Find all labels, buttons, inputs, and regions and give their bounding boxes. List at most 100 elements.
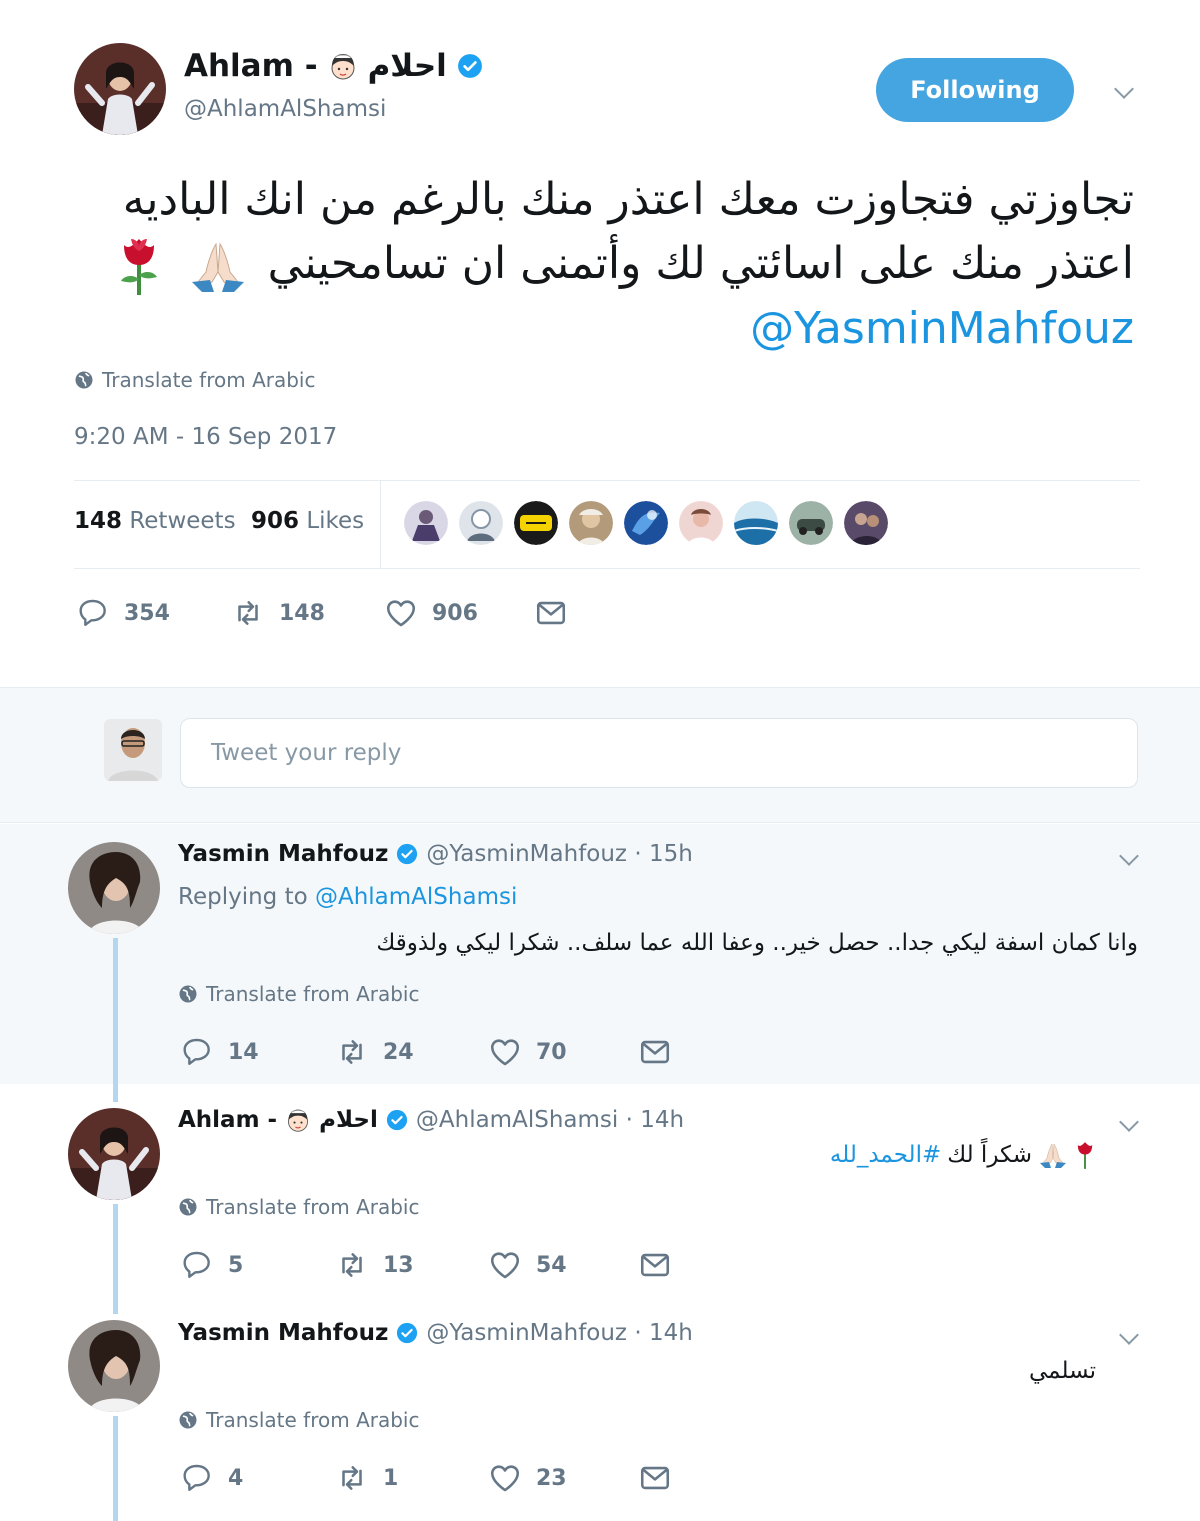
like-action[interactable]: 906 [384, 596, 534, 630]
following-button[interactable]: Following [876, 58, 1074, 122]
retweet-icon[interactable] [335, 1035, 369, 1069]
liker-avatar[interactable] [404, 501, 448, 545]
liker-avatar[interactable] [624, 501, 668, 545]
retweet-count: 24 [383, 1039, 414, 1065]
like-count: 906 [432, 600, 478, 626]
like-action[interactable]: 54 [488, 1248, 638, 1282]
reply-author-avatar[interactable] [68, 1320, 160, 1412]
rose-emoji-icon [120, 239, 157, 295]
bride-emoji-icon [330, 53, 355, 80]
liker-avatar[interactable] [459, 501, 503, 545]
retweet-icon[interactable] [231, 596, 265, 630]
reply-handle-time[interactable]: @AhlamAlShamsi · 14h [416, 1107, 684, 1133]
reply-author-name[interactable]: Yasmin Mahfouz [178, 1320, 388, 1346]
translate-label[interactable]: Translate from Arabic [102, 368, 315, 392]
message-action[interactable] [638, 1248, 672, 1282]
globe-icon [178, 1197, 198, 1217]
tweet-mention-link[interactable]: @YasminMahfouz [750, 303, 1134, 354]
translate-label[interactable]: Translate from Arabic [206, 982, 419, 1006]
retweet-action[interactable]: 148 [231, 596, 384, 630]
reply-text: شكراً لك #الحمد_لله [396, 1140, 1096, 1170]
like-action[interactable]: 23 [488, 1461, 638, 1495]
likers-avatars [404, 501, 888, 545]
retweets-count[interactable]: 148 [74, 508, 122, 534]
message-action[interactable] [534, 596, 568, 630]
reply-author-name[interactable]: Ahlam - [178, 1107, 277, 1133]
chevron-down-icon[interactable] [1119, 1112, 1139, 1132]
retweet-icon[interactable] [335, 1461, 369, 1495]
translate-label[interactable]: Translate from Arabic [206, 1195, 419, 1219]
reply-body: شكراً لك [947, 1142, 1032, 1168]
author-name-latin[interactable]: Ahlam - [184, 48, 318, 84]
like-action[interactable]: 70 [488, 1035, 638, 1069]
verified-badge-icon [385, 1109, 408, 1131]
liker-avatar[interactable] [679, 501, 723, 545]
retweet-action[interactable]: 24 [335, 1035, 488, 1069]
reply-handle-time[interactable]: @YasminMahfouz · 14h [426, 1320, 692, 1346]
reply-handle-time[interactable]: @YasminMahfouz · 15h [426, 841, 692, 867]
retweet-icon[interactable] [335, 1248, 369, 1282]
reply-author-avatar[interactable] [68, 842, 160, 934]
author-name[interactable]: Ahlam - احلام [184, 48, 483, 84]
reply-author-name[interactable]: Yasmin Mahfouz [178, 841, 388, 867]
envelope-icon[interactable] [638, 1461, 672, 1495]
retweets-label[interactable]: Retweets [129, 508, 235, 534]
liker-avatar[interactable] [734, 501, 778, 545]
current-user-avatar[interactable] [104, 719, 162, 781]
liker-avatar[interactable] [789, 501, 833, 545]
reply-actions: 4 1 23 [182, 1461, 672, 1495]
envelope-icon[interactable] [638, 1248, 672, 1282]
translate-link[interactable]: Translate from Arabic [178, 1195, 419, 1219]
reply-action[interactable]: 5 [182, 1249, 335, 1281]
author-handle[interactable]: @AhlamAlShamsi [184, 96, 386, 122]
message-action[interactable] [638, 1035, 672, 1069]
reply-action[interactable]: 14 [182, 1036, 335, 1068]
heart-icon[interactable] [488, 1035, 522, 1069]
reply-author-name-arabic[interactable]: احلام [319, 1107, 378, 1133]
translate-link[interactable]: Translate from Arabic [178, 1408, 419, 1432]
reply-action[interactable]: 4 [182, 1462, 335, 1494]
heart-icon[interactable] [384, 596, 418, 630]
retweets-stat[interactable]: 148 Retweets [74, 508, 236, 534]
reply-author-avatar[interactable] [68, 1108, 160, 1200]
likes-count[interactable]: 906 [251, 508, 299, 534]
likes-label[interactable]: Likes [306, 508, 364, 534]
message-action[interactable] [638, 1461, 672, 1495]
heart-icon[interactable] [488, 1461, 522, 1495]
retweet-action[interactable]: 13 [335, 1248, 488, 1282]
reply-actions: 5 13 54 [182, 1248, 672, 1282]
hashtag-link[interactable]: #الحمد_لله [830, 1142, 941, 1168]
rose-emoji-icon [1077, 1142, 1093, 1169]
thread-line [113, 1204, 118, 1314]
envelope-icon[interactable] [638, 1035, 672, 1069]
replying-to-link[interactable]: @AhlamAlShamsi [315, 884, 517, 910]
likes-stat[interactable]: 906 Likes [251, 508, 364, 534]
author-avatar[interactable] [74, 43, 166, 135]
liker-avatar[interactable] [569, 501, 613, 545]
chevron-down-icon[interactable] [1119, 1325, 1139, 1345]
heart-icon[interactable] [488, 1248, 522, 1282]
liker-avatar[interactable] [844, 501, 888, 545]
reply-icon[interactable] [182, 1462, 214, 1494]
reply-count: 354 [124, 600, 170, 626]
reply-icon[interactable] [182, 1036, 214, 1068]
replying-to: Replying to @AhlamAlShamsi [178, 884, 517, 910]
reply-count: 5 [228, 1252, 244, 1278]
chevron-down-icon[interactable] [1114, 79, 1134, 99]
reply-header: Yasmin Mahfouz @YasminMahfouz · 15h [178, 841, 693, 867]
reply-action[interactable]: 354 [78, 597, 231, 629]
tweet-body: تجاوزتي فتجاوزت معك اعتذر منك بالرغم من … [122, 174, 1134, 289]
reply-icon[interactable] [78, 597, 110, 629]
author-name-arabic[interactable]: احلام [368, 48, 447, 84]
reply-actions: 14 24 70 [182, 1035, 672, 1069]
reply-input[interactable] [180, 718, 1138, 788]
reply-header: Yasmin Mahfouz @YasminMahfouz · 14h [178, 1320, 693, 1346]
translate-link[interactable]: Translate from Arabic [74, 368, 315, 392]
translate-link[interactable]: Translate from Arabic [178, 982, 419, 1006]
reply-icon[interactable] [182, 1249, 214, 1281]
envelope-icon[interactable] [534, 596, 568, 630]
tweet-timestamp[interactable]: 9:20 AM - 16 Sep 2017 [74, 424, 337, 450]
translate-label[interactable]: Translate from Arabic [206, 1408, 419, 1432]
liker-avatar[interactable] [514, 501, 558, 545]
retweet-action[interactable]: 1 [335, 1461, 488, 1495]
